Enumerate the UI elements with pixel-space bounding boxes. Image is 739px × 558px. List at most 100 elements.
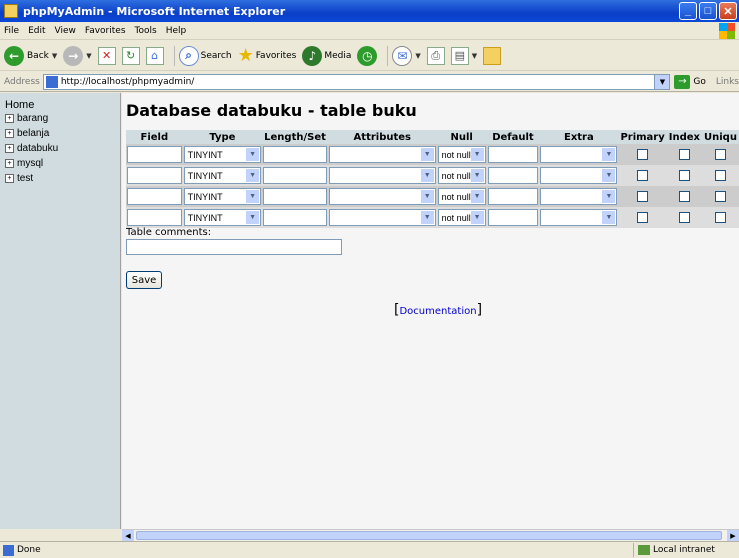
unique-checkbox[interactable] — [714, 149, 726, 160]
primary-checkbox[interactable] — [637, 212, 649, 223]
refresh-button[interactable]: ↻ — [121, 46, 140, 65]
star-icon: ★ — [237, 45, 254, 66]
length-input[interactable] — [263, 146, 327, 163]
chevron-down-icon: ▼ — [246, 148, 260, 161]
home-icon: ⌂ — [145, 46, 164, 65]
attributes-select[interactable]: ▼ — [328, 167, 436, 184]
mail-button[interactable]: ✉ ▼ — [392, 45, 421, 66]
null-select[interactable]: not null ▼ — [437, 167, 486, 184]
go-arrow-icon: → — [674, 74, 691, 89]
null-select[interactable]: not null ▼ — [437, 146, 486, 163]
search-icon: ⌕ — [178, 45, 199, 66]
extra-select[interactable]: ▼ — [540, 209, 618, 226]
chevron-down-icon: ▼ — [602, 148, 616, 161]
scroll-thumb[interactable] — [136, 531, 722, 540]
print-button[interactable]: ⎙ — [426, 46, 445, 65]
sidebar-item-barang[interactable]: + barang — [5, 113, 115, 124]
field-name-input[interactable] — [127, 146, 182, 163]
chevron-down-icon[interactable]: ▼ — [654, 74, 670, 89]
extra-select[interactable]: ▼ — [540, 167, 618, 184]
home-button[interactable]: ⌂ — [145, 46, 164, 65]
minimize-button[interactable]: _ — [679, 2, 697, 20]
expand-icon[interactable]: + — [5, 159, 14, 168]
documentation-link[interactable]: Documentation — [399, 306, 476, 317]
null-select[interactable]: not null ▼ — [437, 188, 486, 205]
extra-select[interactable]: ▼ — [540, 188, 618, 205]
go-button[interactable]: → Go — [674, 74, 706, 89]
scroll-right-icon[interactable]: ▶ — [727, 530, 739, 541]
menu-help[interactable]: Help — [166, 26, 187, 36]
sidebar-item-belanja[interactable]: + belanja — [5, 128, 115, 139]
menu-favorites[interactable]: Favorites — [85, 26, 126, 36]
search-button[interactable]: ⌕ Search — [178, 45, 232, 66]
toolbar: ← Back ▼ → ▼ ✕ ↻ ⌂ ⌕ Search ★ Favorites … — [0, 41, 739, 71]
field-name-input[interactable] — [127, 209, 182, 226]
primary-checkbox[interactable] — [637, 191, 649, 202]
folder-button[interactable] — [483, 46, 502, 65]
menu-view[interactable]: View — [55, 26, 76, 36]
mail-icon: ✉ — [392, 45, 413, 66]
table-comments-input[interactable] — [126, 239, 342, 255]
address-input[interactable]: http://localhost/phpmyadmin/ ▼ — [42, 73, 671, 90]
ie-icon — [4, 4, 18, 18]
bracket-close: ] — [476, 302, 483, 318]
expand-icon[interactable]: + — [5, 174, 14, 183]
links-button[interactable]: Links — [716, 77, 739, 87]
horizontal-scrollbar[interactable]: ◀ ▶ — [122, 529, 739, 541]
menu-edit[interactable]: Edit — [28, 26, 45, 36]
unique-checkbox[interactable] — [714, 191, 726, 202]
field-name-input[interactable] — [127, 167, 182, 184]
favorites-button[interactable]: ★ Favorites — [238, 45, 297, 66]
attributes-select[interactable]: ▼ — [328, 146, 436, 163]
null-select[interactable]: not null ▼ — [437, 209, 486, 226]
type-select[interactable]: TINYINT ▼ — [183, 188, 262, 205]
length-input[interactable] — [263, 167, 327, 184]
back-button[interactable]: ← Back ▼ — [4, 45, 57, 66]
expand-icon[interactable]: + — [5, 144, 14, 153]
edit-button[interactable]: ▤ ▼ — [450, 46, 478, 65]
sidebar-item-test[interactable]: + test — [5, 173, 115, 184]
scroll-left-icon[interactable]: ◀ — [122, 530, 134, 541]
index-checkbox[interactable] — [678, 212, 690, 223]
length-input[interactable] — [263, 209, 327, 226]
type-select[interactable]: TINYINT ▼ — [183, 146, 262, 163]
unique-checkbox[interactable] — [714, 212, 726, 223]
type-select[interactable]: TINYINT ▼ — [183, 209, 262, 226]
home-link[interactable]: Home — [5, 99, 115, 111]
maximize-button[interactable]: □ — [699, 2, 717, 20]
media-button[interactable]: ♪ Media — [302, 45, 351, 66]
menu-tools[interactable]: Tools — [135, 26, 157, 36]
menu-file[interactable]: File — [4, 26, 19, 36]
windows-logo-icon — [719, 23, 735, 39]
sidebar-item-databuku[interactable]: + databuku — [5, 143, 115, 154]
stop-button[interactable]: ✕ — [97, 46, 116, 65]
default-input[interactable] — [487, 209, 539, 226]
extra-select[interactable]: ▼ — [540, 146, 618, 163]
default-input[interactable] — [487, 146, 539, 163]
close-button[interactable]: ✕ — [719, 2, 737, 20]
save-button[interactable]: Save — [126, 271, 162, 289]
expand-icon[interactable]: + — [5, 114, 14, 123]
attributes-select[interactable]: ▼ — [328, 209, 436, 226]
primary-checkbox[interactable] — [637, 149, 649, 160]
default-input[interactable] — [487, 167, 539, 184]
sidebar-item-label: barang — [17, 113, 49, 124]
sidebar-item-label: test — [17, 173, 34, 184]
expand-icon[interactable]: + — [5, 129, 14, 138]
chevron-down-icon: ▼ — [471, 51, 478, 60]
intranet-icon — [638, 545, 650, 555]
sidebar-item-mysql[interactable]: + mysql — [5, 158, 115, 169]
attributes-select[interactable]: ▼ — [328, 188, 436, 205]
primary-checkbox[interactable] — [637, 170, 649, 181]
table-row: TINYINT ▼ ▼ not null ▼ ▼ — [126, 165, 739, 186]
field-name-input[interactable] — [127, 188, 182, 205]
length-input[interactable] — [263, 188, 327, 205]
unique-checkbox[interactable] — [714, 170, 726, 181]
index-checkbox[interactable] — [678, 170, 690, 181]
forward-button[interactable]: → ▼ — [63, 45, 92, 66]
index-checkbox[interactable] — [678, 191, 690, 202]
default-input[interactable] — [487, 188, 539, 205]
index-checkbox[interactable] — [678, 149, 690, 160]
history-button[interactable]: ◷ — [357, 45, 378, 66]
type-select[interactable]: TINYINT ▼ — [183, 167, 262, 184]
